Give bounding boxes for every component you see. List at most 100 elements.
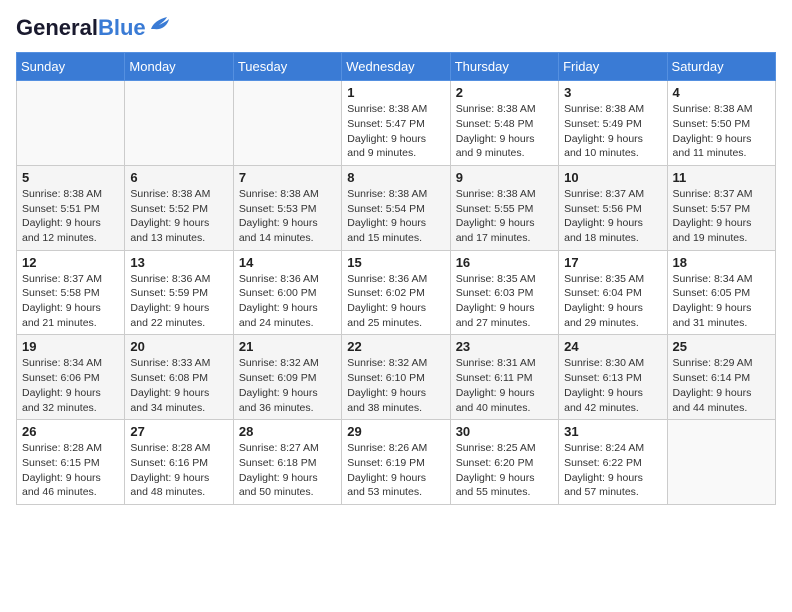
day-number: 30 [456, 424, 553, 439]
day-number: 2 [456, 85, 553, 100]
calendar-week-row: 1 Sunrise: 8:38 AMSunset: 5:47 PMDaylight… [17, 81, 776, 166]
day-number: 27 [130, 424, 227, 439]
calendar-cell: 5 Sunrise: 8:38 AMSunset: 5:51 PMDaylight… [17, 165, 125, 250]
day-info: Sunrise: 8:32 AMSunset: 6:09 PMDaylight:… [239, 356, 336, 415]
calendar-cell [233, 81, 341, 166]
day-info: Sunrise: 8:30 AMSunset: 6:13 PMDaylight:… [564, 356, 661, 415]
weekday-header-row: SundayMondayTuesdayWednesdayThursdayFrid… [17, 53, 776, 81]
weekday-header: Tuesday [233, 53, 341, 81]
day-number: 6 [130, 170, 227, 185]
day-info: Sunrise: 8:28 AMSunset: 6:15 PMDaylight:… [22, 441, 119, 500]
weekday-header: Saturday [667, 53, 775, 81]
day-info: Sunrise: 8:38 AMSunset: 5:49 PMDaylight:… [564, 102, 661, 161]
page-header: GeneralBlue [16, 16, 776, 40]
day-number: 7 [239, 170, 336, 185]
day-info: Sunrise: 8:38 AMSunset: 5:51 PMDaylight:… [22, 187, 119, 246]
calendar-week-row: 5 Sunrise: 8:38 AMSunset: 5:51 PMDaylight… [17, 165, 776, 250]
day-info: Sunrise: 8:38 AMSunset: 5:48 PMDaylight:… [456, 102, 553, 161]
day-info: Sunrise: 8:36 AMSunset: 5:59 PMDaylight:… [130, 272, 227, 331]
calendar-table: SundayMondayTuesdayWednesdayThursdayFrid… [16, 52, 776, 505]
day-info: Sunrise: 8:26 AMSunset: 6:19 PMDaylight:… [347, 441, 444, 500]
calendar-cell: 29Sunrise: 8:26 AMSunset: 6:19 PMDayligh… [342, 420, 450, 505]
calendar-cell: 10 Sunrise: 8:37 AMSunset: 5:56 PMDayligh… [559, 165, 667, 250]
calendar-cell: 26Sunrise: 8:28 AMSunset: 6:15 PMDayligh… [17, 420, 125, 505]
day-number: 20 [130, 339, 227, 354]
day-number: 8 [347, 170, 444, 185]
day-info: Sunrise: 8:31 AMSunset: 6:11 PMDaylight:… [456, 356, 553, 415]
calendar-cell: 3Sunrise: 8:38 AMSunset: 5:49 PMDaylight… [559, 81, 667, 166]
calendar-cell: 16 Sunrise: 8:35 AMSunset: 6:03 PMDayligh… [450, 250, 558, 335]
calendar-week-row: 19 Sunrise: 8:34 AMSunset: 6:06 PMDayligh… [17, 335, 776, 420]
calendar-cell: 31Sunrise: 8:24 AMSunset: 6:22 PMDayligh… [559, 420, 667, 505]
calendar-cell: 1 Sunrise: 8:38 AMSunset: 5:47 PMDaylight… [342, 81, 450, 166]
calendar-cell: 18 Sunrise: 8:34 AMSunset: 6:05 PMDayligh… [667, 250, 775, 335]
day-info: Sunrise: 8:32 AMSunset: 6:10 PMDaylight:… [347, 356, 444, 415]
day-number: 4 [673, 85, 770, 100]
calendar-cell: 14Sunrise: 8:36 AMSunset: 6:00 PMDayligh… [233, 250, 341, 335]
day-number: 14 [239, 255, 336, 270]
calendar-cell: 28 Sunrise: 8:27 AMSunset: 6:18 PMDayligh… [233, 420, 341, 505]
day-number: 1 [347, 85, 444, 100]
day-info: Sunrise: 8:29 AMSunset: 6:14 PMDaylight:… [673, 356, 770, 415]
day-number: 25 [673, 339, 770, 354]
day-info: Sunrise: 8:34 AMSunset: 6:06 PMDaylight:… [22, 356, 119, 415]
day-info: Sunrise: 8:37 AMSunset: 5:58 PMDaylight:… [22, 272, 119, 331]
calendar-cell [17, 81, 125, 166]
day-info: Sunrise: 8:38 AMSunset: 5:54 PMDaylight:… [347, 187, 444, 246]
logo: GeneralBlue [16, 16, 171, 40]
logo-bird-icon [149, 15, 171, 33]
calendar-cell: 9 Sunrise: 8:38 AMSunset: 5:55 PMDaylight… [450, 165, 558, 250]
day-number: 9 [456, 170, 553, 185]
calendar-cell: 13 Sunrise: 8:36 AMSunset: 5:59 PMDayligh… [125, 250, 233, 335]
day-info: Sunrise: 8:38 AMSunset: 5:47 PMDaylight:… [347, 102, 444, 161]
weekday-header: Thursday [450, 53, 558, 81]
calendar-cell [667, 420, 775, 505]
calendar-cell: 2 Sunrise: 8:38 AMSunset: 5:48 PMDaylight… [450, 81, 558, 166]
calendar-week-row: 26Sunrise: 8:28 AMSunset: 6:15 PMDayligh… [17, 420, 776, 505]
calendar-cell: 22 Sunrise: 8:32 AMSunset: 6:10 PMDayligh… [342, 335, 450, 420]
weekday-header: Wednesday [342, 53, 450, 81]
day-info: Sunrise: 8:27 AMSunset: 6:18 PMDaylight:… [239, 441, 336, 500]
day-number: 16 [456, 255, 553, 270]
day-info: Sunrise: 8:28 AMSunset: 6:16 PMDaylight:… [130, 441, 227, 500]
day-number: 15 [347, 255, 444, 270]
day-number: 12 [22, 255, 119, 270]
day-number: 13 [130, 255, 227, 270]
calendar-cell: 7 Sunrise: 8:38 AMSunset: 5:53 PMDaylight… [233, 165, 341, 250]
day-number: 11 [673, 170, 770, 185]
day-info: Sunrise: 8:38 AMSunset: 5:50 PMDaylight:… [673, 102, 770, 161]
day-info: Sunrise: 8:37 AMSunset: 5:57 PMDaylight:… [673, 187, 770, 246]
day-info: Sunrise: 8:35 AMSunset: 6:03 PMDaylight:… [456, 272, 553, 331]
calendar-cell: 11 Sunrise: 8:37 AMSunset: 5:57 PMDayligh… [667, 165, 775, 250]
day-info: Sunrise: 8:34 AMSunset: 6:05 PMDaylight:… [673, 272, 770, 331]
calendar-cell: 21 Sunrise: 8:32 AMSunset: 6:09 PMDayligh… [233, 335, 341, 420]
day-info: Sunrise: 8:38 AMSunset: 5:55 PMDaylight:… [456, 187, 553, 246]
calendar-cell: 8 Sunrise: 8:38 AMSunset: 5:54 PMDaylight… [342, 165, 450, 250]
day-number: 19 [22, 339, 119, 354]
weekday-header: Friday [559, 53, 667, 81]
day-info: Sunrise: 8:38 AMSunset: 5:52 PMDaylight:… [130, 187, 227, 246]
day-number: 5 [22, 170, 119, 185]
calendar-cell: 20 Sunrise: 8:33 AMSunset: 6:08 PMDayligh… [125, 335, 233, 420]
day-info: Sunrise: 8:25 AMSunset: 6:20 PMDaylight:… [456, 441, 553, 500]
calendar-cell: 17 Sunrise: 8:35 AMSunset: 6:04 PMDayligh… [559, 250, 667, 335]
calendar-week-row: 12 Sunrise: 8:37 AMSunset: 5:58 PMDayligh… [17, 250, 776, 335]
day-number: 28 [239, 424, 336, 439]
day-number: 18 [673, 255, 770, 270]
day-number: 17 [564, 255, 661, 270]
calendar-cell: 27 Sunrise: 8:28 AMSunset: 6:16 PMDayligh… [125, 420, 233, 505]
day-number: 21 [239, 339, 336, 354]
calendar-cell: 23Sunrise: 8:31 AMSunset: 6:11 PMDayligh… [450, 335, 558, 420]
day-number: 31 [564, 424, 661, 439]
day-info: Sunrise: 8:35 AMSunset: 6:04 PMDaylight:… [564, 272, 661, 331]
day-number: 22 [347, 339, 444, 354]
calendar-cell [125, 81, 233, 166]
day-info: Sunrise: 8:38 AMSunset: 5:53 PMDaylight:… [239, 187, 336, 246]
calendar-cell: 19 Sunrise: 8:34 AMSunset: 6:06 PMDayligh… [17, 335, 125, 420]
calendar-cell: 25 Sunrise: 8:29 AMSunset: 6:14 PMDayligh… [667, 335, 775, 420]
day-info: Sunrise: 8:37 AMSunset: 5:56 PMDaylight:… [564, 187, 661, 246]
calendar-cell: 4 Sunrise: 8:38 AMSunset: 5:50 PMDaylight… [667, 81, 775, 166]
day-info: Sunrise: 8:33 AMSunset: 6:08 PMDaylight:… [130, 356, 227, 415]
day-number: 10 [564, 170, 661, 185]
logo-text: GeneralBlue [16, 16, 146, 40]
